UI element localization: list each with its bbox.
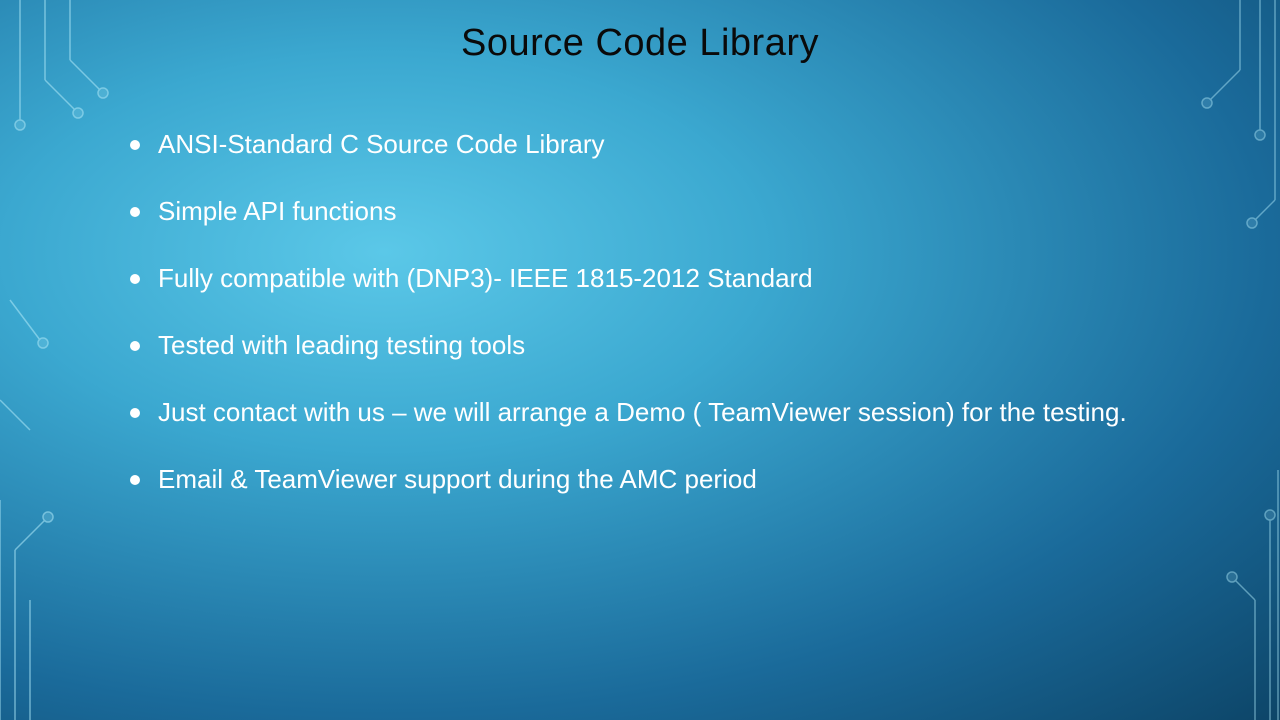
bullet-item: Simple API functions [130, 192, 1160, 231]
bullet-item: Just contact with us – we will arrange a… [130, 393, 1160, 432]
slide-title: Source Code Library [0, 0, 1280, 65]
bullet-item: ANSI-Standard C Source Code Library [130, 125, 1160, 164]
bullet-item: Email & TeamViewer support during the AM… [130, 460, 1160, 499]
bullet-list: ANSI-Standard C Source Code Library Simp… [130, 125, 1160, 499]
slide-content: ANSI-Standard C Source Code Library Simp… [0, 65, 1280, 499]
bullet-item: Tested with leading testing tools [130, 326, 1160, 365]
bullet-item: Fully compatible with (DNP3)- IEEE 1815-… [130, 259, 1160, 298]
